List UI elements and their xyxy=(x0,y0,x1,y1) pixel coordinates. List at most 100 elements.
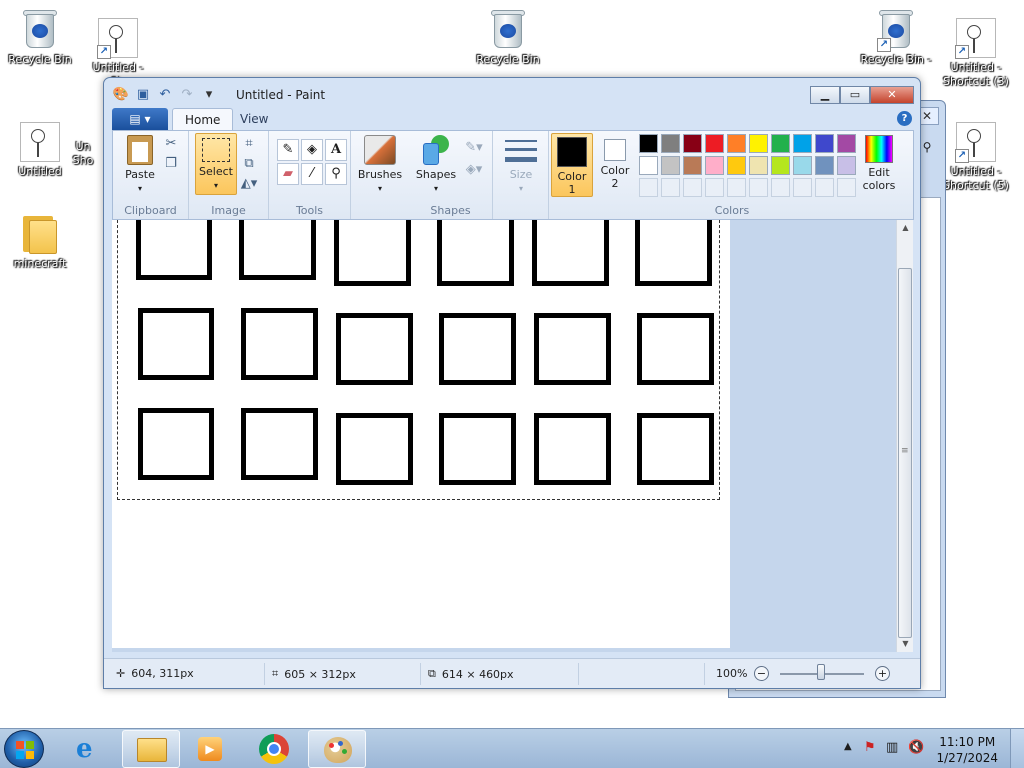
color-swatch[interactable] xyxy=(661,178,680,197)
redo-icon[interactable]: ↷ xyxy=(178,87,196,103)
taskbar-file-explorer[interactable] xyxy=(122,730,180,768)
vertical-scrollbar[interactable]: ▲ ≡ ▼ xyxy=(896,220,913,652)
close-button[interactable]: ✕ xyxy=(870,86,914,104)
clock[interactable]: 11:10 PM 1/27/2024 xyxy=(936,734,998,766)
color-swatch[interactable] xyxy=(639,134,658,153)
crop-icon[interactable]: ⌗ xyxy=(239,135,259,153)
color-swatch[interactable] xyxy=(705,156,724,175)
color-swatch[interactable] xyxy=(749,178,768,197)
drawn-square xyxy=(439,413,516,485)
color-swatch[interactable] xyxy=(749,134,768,153)
paint-app-icon[interactable]: 🎨 xyxy=(112,87,130,103)
zoom-in-button[interactable]: + xyxy=(875,666,890,681)
desktop-icon-recycle-bin-2[interactable]: Recycle Bin xyxy=(470,8,546,67)
scroll-up-icon[interactable]: ▲ xyxy=(897,220,914,236)
action-center-icon[interactable]: ⚑ xyxy=(864,740,876,755)
resize-icon[interactable]: ⧉ xyxy=(239,155,259,173)
color-swatch[interactable] xyxy=(771,156,790,175)
color-swatch[interactable] xyxy=(771,178,790,197)
rotate-icon[interactable]: ◭▾ xyxy=(239,175,259,193)
fill-shape-icon[interactable]: ◈▾ xyxy=(461,161,487,179)
color-swatch[interactable] xyxy=(705,134,724,153)
color-swatch[interactable] xyxy=(793,178,812,197)
eraser-icon[interactable]: ▰ xyxy=(277,163,299,185)
desktop-icon-label: Un Sho xyxy=(72,140,94,167)
copy-icon[interactable]: ❐ xyxy=(161,155,181,173)
select-button[interactable]: Select ▾ xyxy=(195,133,237,195)
color-swatch[interactable] xyxy=(837,134,856,153)
show-desktop-button[interactable] xyxy=(1010,729,1024,768)
color-swatch[interactable] xyxy=(749,156,768,175)
color-swatch[interactable] xyxy=(683,178,702,197)
zoom-out-button[interactable]: − xyxy=(754,666,769,681)
color-swatch[interactable] xyxy=(815,178,834,197)
cursor-position-icon: ✛ xyxy=(116,667,126,680)
color-swatch[interactable] xyxy=(815,134,834,153)
desktop-icon-untitled-shortcut-5[interactable]: ↗ Untitled - Shortcut (5) xyxy=(938,122,1014,193)
edit-colors-label-2: colors xyxy=(862,179,896,192)
zoom-slider-thumb[interactable] xyxy=(817,664,825,680)
color-swatch[interactable] xyxy=(639,156,658,175)
maximize-button[interactable]: ▭ xyxy=(840,86,870,104)
taskbar-paint[interactable] xyxy=(308,730,366,768)
color-swatch[interactable] xyxy=(837,178,856,197)
desktop-icon-recycle-bin-shortcut[interactable]: ↗ Recycle Bin - xyxy=(858,8,934,67)
cut-icon[interactable]: ✂ xyxy=(161,135,181,153)
show-hidden-icons-icon[interactable]: ▲ xyxy=(844,741,852,752)
scroll-down-icon[interactable]: ▼ xyxy=(897,636,914,652)
taskbar-chrome[interactable] xyxy=(246,730,304,768)
shapes-button[interactable]: Shapes ▾ xyxy=(413,135,459,195)
color-swatch[interactable] xyxy=(793,134,812,153)
title-bar[interactable]: 🎨 ▣ ↶ ↷ ▾ Untitled - Paint ▁ ▭ ✕ xyxy=(104,78,920,110)
network-icon[interactable]: ▥ xyxy=(886,740,898,755)
color-swatch[interactable] xyxy=(727,134,746,153)
minimize-button[interactable]: ▁ xyxy=(810,86,840,104)
color-swatch[interactable] xyxy=(661,134,680,153)
quick-access-toolbar: 🎨 ▣ ↶ ↷ ▾ xyxy=(112,87,218,103)
desktop-icon-minecraft[interactable]: minecraft xyxy=(2,214,78,271)
color1-button[interactable]: Color 1 xyxy=(551,133,593,197)
volume-muted-icon[interactable]: 🔇 xyxy=(908,740,924,755)
pencil-icon[interactable]: ✎ xyxy=(277,139,299,161)
color-swatch[interactable] xyxy=(815,156,834,175)
color-swatch[interactable] xyxy=(793,156,812,175)
text-icon[interactable]: A xyxy=(325,139,347,161)
image-size-icon: ⧉ xyxy=(428,667,436,680)
tab-home[interactable]: Home xyxy=(172,108,234,130)
color-swatch[interactable] xyxy=(727,178,746,197)
desktop-icon-untitled-shortcut-partial[interactable]: Un Sho xyxy=(58,138,108,168)
color-swatch[interactable] xyxy=(661,156,680,175)
start-button[interactable] xyxy=(4,730,44,768)
color-swatch[interactable] xyxy=(771,134,790,153)
tab-view[interactable]: View xyxy=(228,108,280,130)
color-swatch[interactable] xyxy=(705,178,724,197)
color-swatch[interactable] xyxy=(639,178,658,197)
edit-colors-button[interactable]: Edit colors xyxy=(855,135,903,192)
help-icon[interactable]: ? xyxy=(897,111,912,126)
color-swatch[interactable] xyxy=(837,156,856,175)
brushes-button[interactable]: Brushes ▾ xyxy=(357,135,403,195)
customize-toolbar-icon[interactable]: ▾ xyxy=(200,87,218,103)
paste-button[interactable]: Paste ▾ xyxy=(119,135,161,195)
undo-icon[interactable]: ↶ xyxy=(156,87,174,103)
drawing-canvas[interactable] xyxy=(112,220,730,648)
outline-icon[interactable]: ✎▾ xyxy=(461,139,487,157)
desktop-icon-recycle-bin[interactable]: Recycle Bin xyxy=(2,8,78,67)
taskbar-media-player[interactable]: ▶ xyxy=(182,730,240,768)
color-swatch[interactable] xyxy=(683,156,702,175)
paint-window[interactable]: 🎨 ▣ ↶ ↷ ▾ Untitled - Paint ▁ ▭ ✕ ▤ ▾ Hom… xyxy=(103,77,921,689)
fill-icon[interactable]: ◈ xyxy=(301,139,323,161)
save-icon[interactable]: ▣ xyxy=(134,87,152,103)
color2-button[interactable]: Color 2 xyxy=(595,139,635,190)
color-picker-icon[interactable]: ⁄ xyxy=(301,163,323,185)
size-button[interactable]: Size ▾ xyxy=(499,137,543,195)
magnifier-icon[interactable]: ⚲ xyxy=(325,163,347,185)
color-swatch[interactable] xyxy=(727,156,746,175)
file-menu-button[interactable]: ▤ ▾ xyxy=(112,108,168,130)
color-swatch[interactable] xyxy=(683,134,702,153)
taskbar-internet-explorer[interactable]: e xyxy=(62,730,120,768)
desktop-icon-untitled-shortcut-3[interactable]: ↗ Untitled - Shortcut (3) xyxy=(938,18,1014,89)
canvas-area[interactable] xyxy=(112,220,896,652)
brush-icon xyxy=(364,135,396,165)
selection-size-icon: ⌗ xyxy=(272,667,279,680)
